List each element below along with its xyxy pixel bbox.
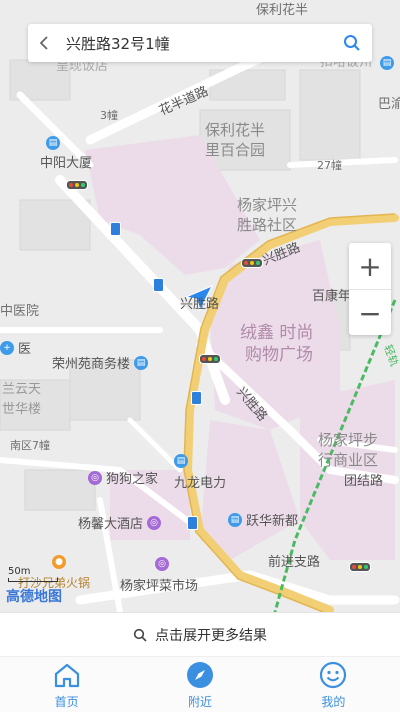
search-input[interactable]: 兴胜路32号1幢 (60, 33, 332, 54)
compass-icon (186, 661, 213, 688)
label-building-3: 3幢 (100, 109, 118, 122)
poi-zhongyang[interactable]: ▤ (46, 136, 60, 150)
tab-home-label: 首页 (54, 694, 79, 709)
poi-zhongyang-text: 中阳大厦 (40, 156, 93, 171)
label-yangjiaping-bx: 杨家坪步 (318, 431, 379, 449)
building-icon: ▤ (134, 355, 149, 370)
poi-rongzhou[interactable]: 荣州苑商务楼 ▤ (52, 353, 149, 372)
zoom-out-button[interactable]: − (349, 289, 391, 336)
hotel-icon: ◎ (147, 515, 162, 530)
expand-results-label: 点击展开更多结果 (155, 628, 267, 644)
traffic-light-icon (66, 180, 88, 190)
tab-mine-label: 我的 (321, 694, 346, 709)
building-icon: ▤ (380, 56, 394, 70)
label-ba: 巴渝 (378, 97, 400, 112)
search-icon (344, 35, 360, 51)
poi-huoguo-pin[interactable]: ● (52, 555, 66, 569)
label-tcm-hospital: 中医院 (0, 304, 40, 319)
search-icon (133, 628, 147, 642)
map-view[interactable]: 保利花半 呈现饭店 扣哈饭州 巴渝 花半道路 3幢 保利花半 里百合园 27幢 … (0, 0, 400, 612)
chevron-left-icon (39, 36, 48, 50)
building-icon: ▤ (228, 512, 242, 527)
label-lanyun: 兰云天 (2, 382, 42, 397)
label-baoli-top: 保利花半 (256, 3, 309, 18)
poi-jiulong-text: 九龙电力 (174, 476, 227, 491)
label-xing-shangye: 行商业区 (318, 451, 379, 469)
scale-bar (8, 578, 58, 582)
label-lanyun-2: 世华楼 (2, 402, 42, 417)
label-yangjiaping-xingsheng: 杨家坪兴 (237, 196, 298, 214)
poi-hospital[interactable]: + 医 (0, 338, 31, 357)
poi-gougou-text: 狗狗之家 (106, 472, 159, 487)
hospital-icon: + (0, 340, 14, 355)
building-icon: ▤ (46, 136, 60, 150)
search-button[interactable] (332, 24, 372, 62)
tab-mine[interactable]: 我的 (267, 657, 400, 712)
shop-icon: ◎ (88, 470, 102, 485)
zoom-in-button[interactable]: + (349, 243, 391, 289)
label-shengroad-community: 胜路社区 (237, 216, 298, 234)
poi-yuehua-text: 跃华新都 (246, 514, 299, 529)
map-logo: 高德地图 (6, 589, 62, 605)
label-tuanjie-road: 团结路 (344, 474, 384, 489)
scale-label: 50m (8, 566, 31, 577)
poi-market[interactable]: 杨家坪菜市场 (120, 575, 198, 594)
tab-bar: 首页 附近 我的 (0, 656, 400, 712)
poi-top-right[interactable]: ▤ (380, 56, 394, 70)
tab-nearby-label: 附近 (187, 694, 212, 709)
poi-yangxin-text: 杨馨大酒店 (78, 517, 144, 532)
bus-stop-icon[interactable] (191, 391, 202, 405)
poi-market-text: 杨家坪菜市场 (120, 579, 199, 594)
label-baisheng: 百康年 (312, 289, 352, 304)
tab-nearby[interactable]: 附近 (133, 657, 266, 712)
poi-yuehua[interactable]: ▤ 跃华新都 (228, 510, 298, 529)
label-xiuxin: 绒鑫 时尚 (240, 323, 314, 343)
traffic-light-icon (349, 562, 371, 572)
poi-yangxin[interactable]: 杨馨大酒店 ◎ (78, 513, 162, 532)
label-xingsheng-here: 兴胜路 (180, 297, 220, 312)
label-nanqu: 南区7幢 (10, 439, 50, 452)
zoom-control: + − (349, 243, 391, 335)
label-qianjin-road: 前进支路 (268, 555, 321, 570)
back-button[interactable] (28, 24, 60, 62)
bus-stop-icon[interactable] (187, 516, 198, 530)
label-building-27: 27幢 (317, 159, 342, 172)
traffic-light-icon (199, 354, 221, 364)
market-icon: ◎ (155, 557, 169, 571)
label-baoli: 保利花半 (205, 121, 266, 139)
label-baihe: 里百合园 (205, 141, 266, 159)
poi-jiulong[interactable]: ▤ (174, 454, 188, 468)
poi-zhongyang-label: 中阳大厦 (40, 152, 92, 171)
poi-jiulong-label: 九龙电力 (174, 472, 226, 491)
poi-gougou[interactable]: ◎ 狗狗之家 (88, 468, 158, 487)
smiley-icon (320, 661, 347, 688)
building-icon: ▤ (174, 454, 188, 468)
tab-home[interactable]: 首页 (0, 657, 133, 712)
home-icon (54, 663, 79, 687)
poi-hospital-text: 医 (18, 342, 32, 357)
search-bar[interactable]: 兴胜路32号1幢 (28, 24, 372, 62)
bus-stop-icon[interactable] (153, 278, 164, 292)
traffic-light-icon (241, 258, 263, 268)
label-gouwu: 购物广场 (245, 345, 313, 365)
expand-results-button[interactable]: 点击展开更多结果 (0, 612, 400, 657)
poi-market-pin[interactable]: ◎ (155, 557, 169, 571)
bus-stop-icon[interactable] (110, 222, 121, 236)
poi-rongzhou-text: 荣州苑商务楼 (52, 357, 131, 372)
food-icon: ● (52, 555, 66, 569)
